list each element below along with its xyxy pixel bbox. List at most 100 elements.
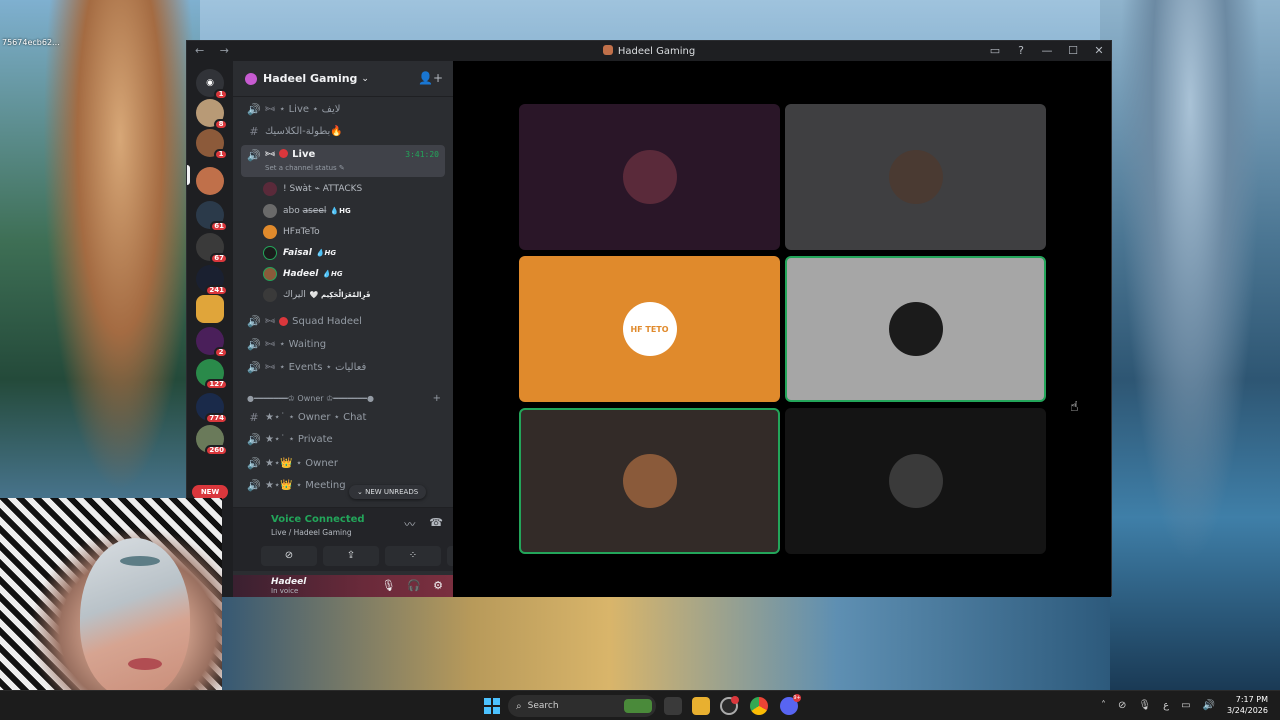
user-status: In voice <box>271 587 299 595</box>
voice-channel-link[interactable]: Live / Hadeel Gaming <box>271 528 352 537</box>
voice-member[interactable]: Hadeel 💧HG <box>263 264 443 284</box>
wing-icon: ⪢⪡ <box>265 104 276 114</box>
server-icon[interactable]: 127 <box>196 359 228 390</box>
system-tray: ˄ ⊘ 🎙 ع ▭ 🔊 7:17 PM 3/24/2026 <box>1101 694 1268 716</box>
wing-icon: ⪢⪡ <box>265 149 276 159</box>
minimize-button[interactable]: — <box>1041 44 1053 57</box>
participant-tile[interactable] <box>785 408 1046 554</box>
server-badge: 61 <box>210 221 228 232</box>
server-icon[interactable]: 8 <box>196 99 228 130</box>
channel-status[interactable]: Set a channel status ✎ <box>265 164 345 172</box>
channel-tournament[interactable]: # بطولة-الكلاسيك🔥 <box>241 121 445 141</box>
channel-label: ★⋆˙ ⋆ Private <box>265 433 333 445</box>
file-explorer-icon[interactable] <box>692 697 710 715</box>
inbox-icon[interactable]: ▭ <box>989 44 1001 57</box>
new-unreads-pill[interactable]: ⌄ NEW UNREADS <box>349 485 427 499</box>
invite-people-icon[interactable]: 👤+ <box>418 71 443 85</box>
channel-events[interactable]: 🔊 ⪢⪡ ⋆ Events ⋆ فعاليات <box>241 357 445 377</box>
discord-badge: 9+ <box>793 694 801 702</box>
server-icon[interactable]: 1 <box>196 129 228 160</box>
participant-tile[interactable] <box>519 104 780 250</box>
active-server-pill <box>187 165 190 185</box>
username[interactable]: Hadeel <box>271 577 306 587</box>
channel-live-ar[interactable]: 🔊 ⪢⪡ ⋆ Live ⋆ لايف <box>241 99 445 119</box>
category-label: ●━━━━━━━♔ Owner ♔━━━━━━━● <box>247 393 374 403</box>
participant-avatar <box>888 150 943 204</box>
camera-button[interactable]: ⊘ <box>261 546 317 566</box>
wing-icon: ⪢⪡ <box>265 316 276 326</box>
server-icon[interactable] <box>196 295 224 323</box>
speaker-icon: 🔊 <box>247 432 261 446</box>
settings-gear-icon[interactable]: ⚙ <box>433 579 443 592</box>
participant-tile[interactable]: HF TETO <box>519 256 780 402</box>
network-off-icon[interactable]: ⊘ <box>1118 700 1126 711</box>
channel-sidebar: Hadeel Gaming ⌄ 👤+ 🔊 ⪢⪡ ⋆ Live ⋆ لايف # … <box>233 61 453 597</box>
taskbar-search[interactable]: ⌕ Search <box>508 695 656 717</box>
activities-button[interactable]: ⁘ <box>385 546 441 566</box>
server-icon[interactable]: 774 <box>196 393 228 424</box>
help-icon[interactable]: ? <box>1015 44 1027 57</box>
participant-tile[interactable] <box>785 104 1046 250</box>
webcam-eye <box>120 556 160 566</box>
channel-private[interactable]: 🔊 ★⋆˙ ⋆ Private <box>241 429 445 449</box>
speaker-icon: 🔊 <box>247 456 261 470</box>
category-owner[interactable]: ●━━━━━━━♔ Owner ♔━━━━━━━● + <box>247 391 447 405</box>
voice-member[interactable]: HF¤TeTo <box>263 222 443 242</box>
channel-label: بطولة-الكلاسيك🔥 <box>265 125 343 137</box>
language-indicator[interactable]: ع <box>1163 700 1169 711</box>
voice-member[interactable]: abo a̶s̶e̶e̶l̶ 💧HG <box>263 201 443 221</box>
clock[interactable]: 7:17 PM 3/24/2026 <box>1227 694 1268 716</box>
channel-label: ★⋆👑 ⋆ Meeting <box>265 479 346 491</box>
obs-icon[interactable] <box>720 696 739 715</box>
channel-live-active[interactable]: 🔊 ⪢⪡ Live 3:41:20 Set a channel status ✎ <box>241 145 445 177</box>
microphone-icon[interactable]: 🎙 <box>381 579 395 592</box>
server-icon[interactable]: 2 <box>196 327 228 358</box>
server-icon[interactable]: 61 <box>196 201 228 232</box>
server-header[interactable]: Hadeel Gaming ⌄ 👤+ <box>233 61 453 97</box>
voice-connected-title[interactable]: Voice Connected <box>271 514 365 525</box>
participant-tile[interactable] <box>785 256 1046 402</box>
microphone-tray-icon[interactable]: 🎙 <box>1138 700 1151 711</box>
add-channel-icon[interactable]: + <box>433 393 441 404</box>
voice-activity-icon[interactable]: 〰 <box>404 516 415 532</box>
server-icon[interactable]: 241 <box>196 265 228 296</box>
channel-waiting[interactable]: 🔊 ⪢⪡ ⋆ Waiting <box>241 334 445 354</box>
volume-icon[interactable]: 🔊 <box>1203 700 1215 711</box>
windows-start-icon[interactable] <box>484 698 500 714</box>
headphones-icon[interactable]: 🎧 <box>407 579 421 592</box>
clock-time: 7:17 PM <box>1235 695 1268 704</box>
title-bar: ← → Hadeel Gaming ▭ ? — ☐ ✕ <box>187 41 1111 61</box>
desktop-file-label[interactable]: 75674ecb62... <box>2 38 60 47</box>
chrome-icon[interactable] <box>750 697 768 715</box>
screen-share-button[interactable]: ⇪ <box>323 546 379 566</box>
channel-owner[interactable]: 🔊 ★⋆👑 ⋆ Owner <box>241 453 445 473</box>
voice-member[interactable]: اليراك 🤍 قَرِالمُغَرَالْحَكِيم <box>263 285 443 305</box>
channel-squad[interactable]: 🔊 ⪢⪡ Squad Hadeel <box>241 311 445 331</box>
voice-member[interactable]: Faisal 💧HG <box>263 243 443 263</box>
disconnect-icon[interactable]: ☎ <box>429 516 443 532</box>
chevron-up-icon[interactable]: ˄ <box>1101 700 1106 711</box>
window-title: Hadeel Gaming <box>187 45 1111 57</box>
maximize-button[interactable]: ☐ <box>1067 44 1079 57</box>
participant-avatar <box>622 150 677 204</box>
desktop-wallpaper-bottom <box>200 597 1110 690</box>
server-icon[interactable]: 260 <box>196 425 228 456</box>
speaker-icon: 🔊 <box>247 478 261 492</box>
wing-icon: ⪢⪡ <box>265 339 276 349</box>
discord-taskbar-icon[interactable]: 9+ <box>780 694 801 715</box>
server-mini-icon <box>602 45 613 55</box>
member-tag: 🤍 قَرِالمُغَرَالْحَكِيم <box>309 291 371 299</box>
member-name: Hadeel <box>283 269 319 279</box>
search-icon: ⌕ <box>516 700 522 712</box>
monitor-icon[interactable]: ▭ <box>1181 700 1190 711</box>
task-view-icon[interactable] <box>664 697 682 715</box>
close-button[interactable]: ✕ <box>1093 44 1105 57</box>
voice-member[interactable]: ! Swàt ⌁ ATTACKS <box>263 179 443 199</box>
new-button[interactable]: NEW <box>192 485 228 499</box>
server-icon[interactable]: 67 <box>196 233 228 264</box>
discord-home-icon[interactable]: ◉ 1 <box>196 69 228 100</box>
active-server-icon[interactable] <box>196 167 224 195</box>
speaker-icon: 🔊 <box>247 337 261 351</box>
channel-owner-chat[interactable]: # ★⋆˙ ⋆ Owner ⋆ Chat <box>241 407 445 427</box>
participant-tile[interactable] <box>519 408 780 554</box>
